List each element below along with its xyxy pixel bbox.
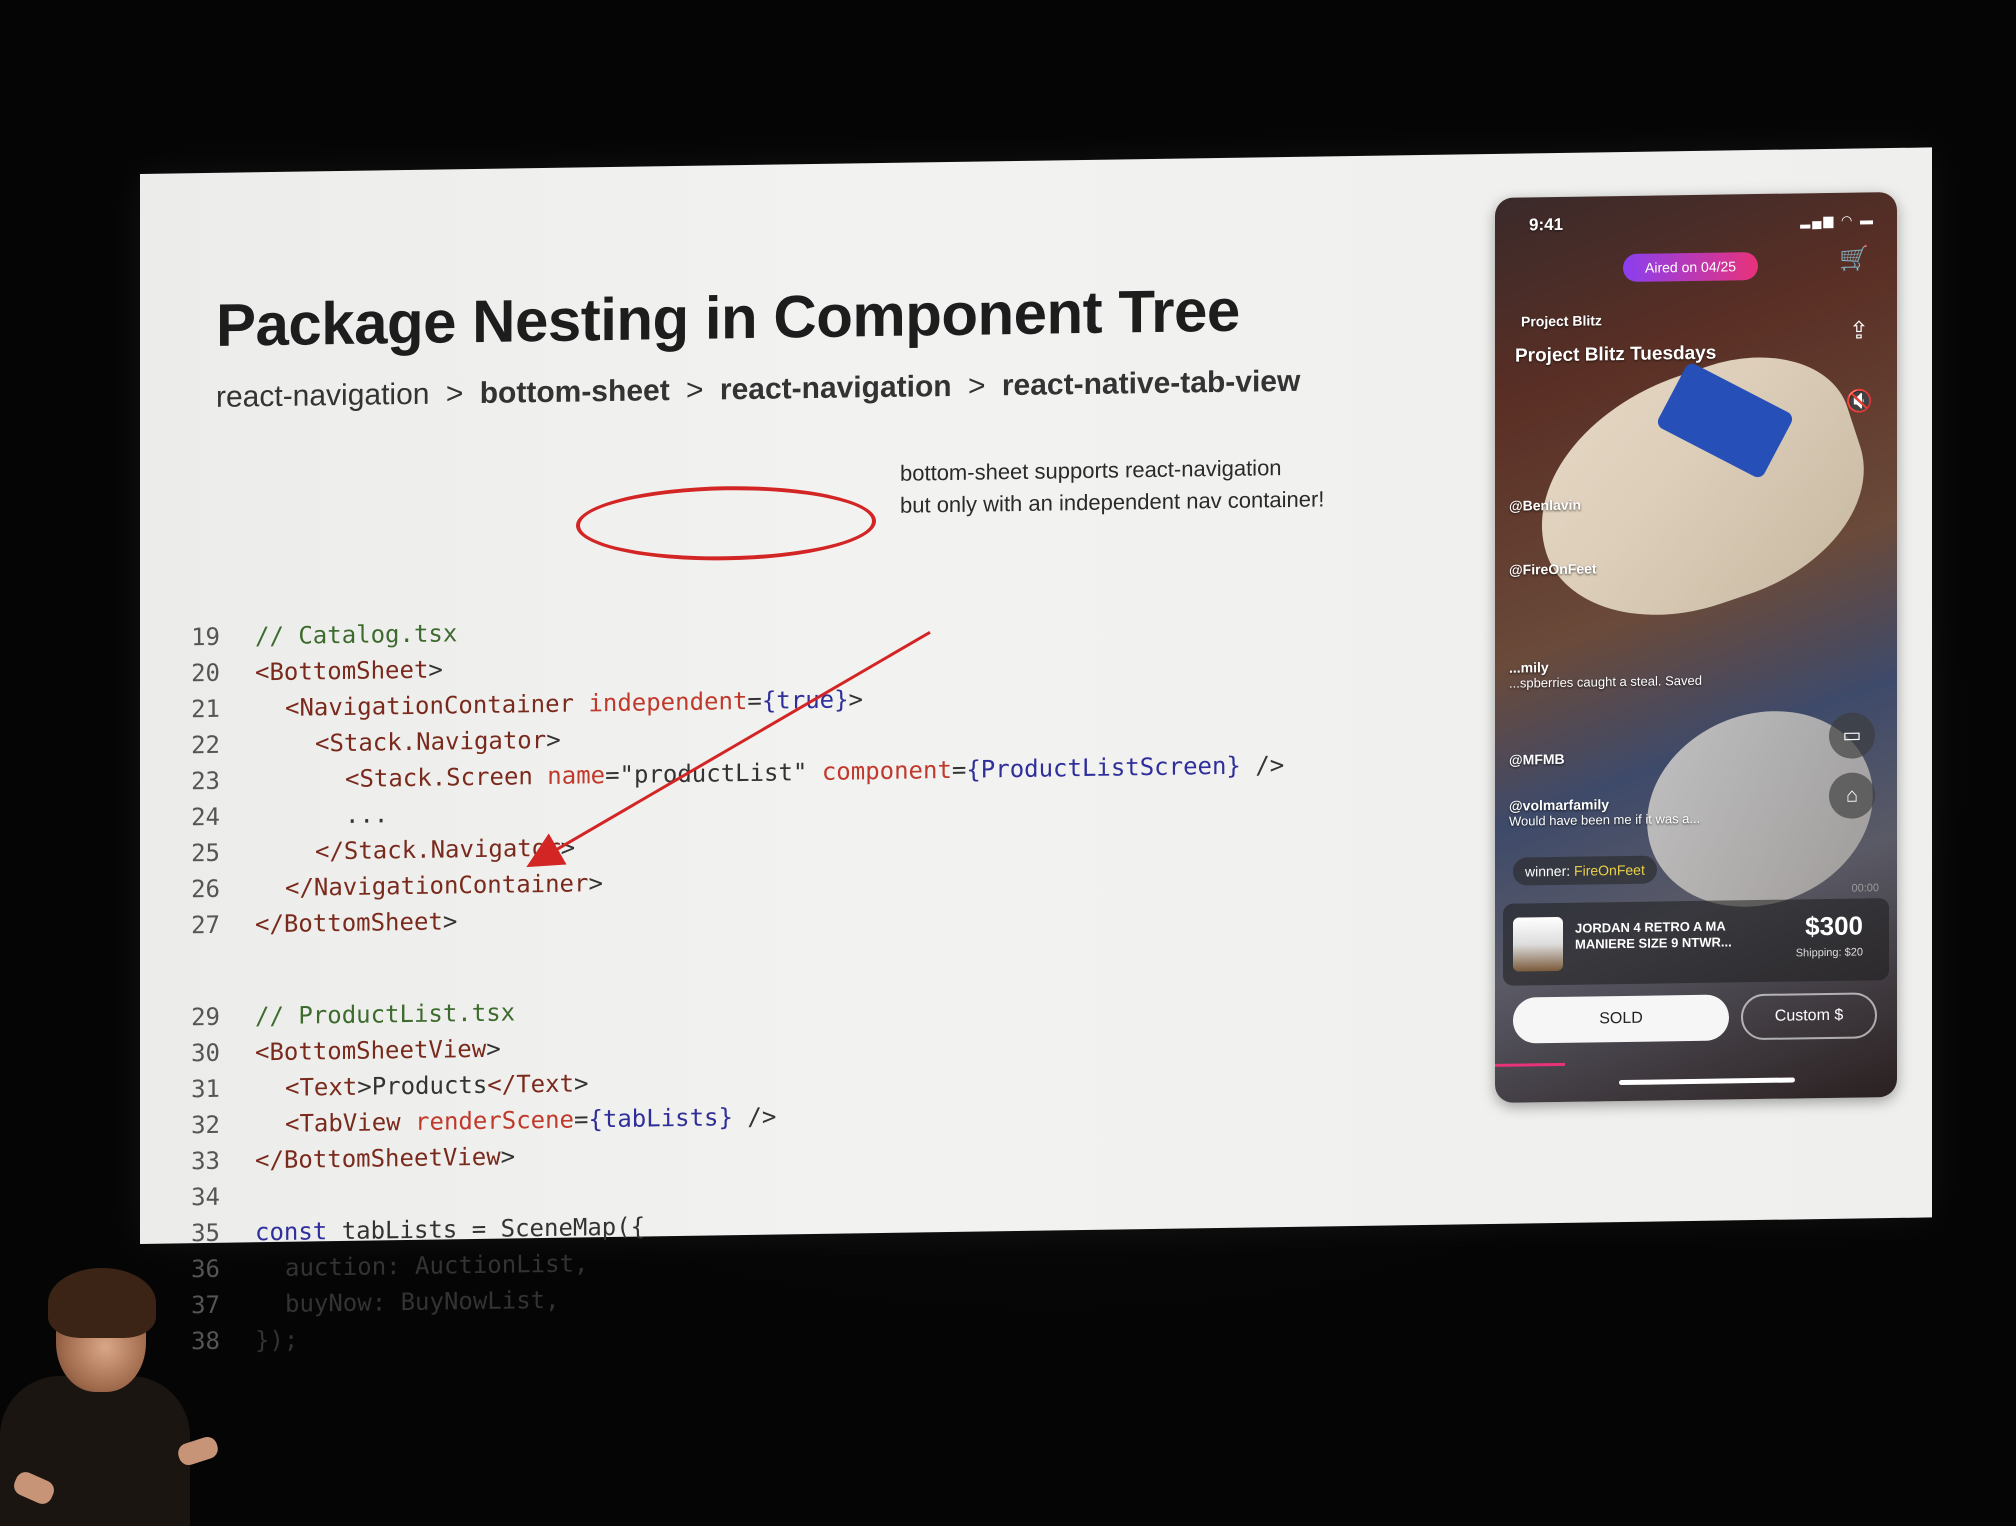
product-thumbnail [1513,916,1563,972]
code-text: const tabLists = SceneMap({ [255,1212,646,1247]
mute-icon[interactable]: 🔇 [1846,388,1873,414]
shipping-cost: Shipping: $20 [1795,946,1863,960]
sold-button[interactable]: SOLD [1513,994,1729,1044]
line-number: 35 [191,1218,220,1248]
speaker-body [0,1376,190,1526]
projector-screen: Package Nesting in Component Tree react-… [140,147,1932,1355]
code-text: }); [255,1325,299,1355]
price: $300 [1805,910,1863,942]
chat-text: Would have been me if it was a... [1509,810,1701,829]
share-icon[interactable]: ⇪ [1849,316,1869,345]
auction-timer: 00:00 [1851,882,1879,895]
chat-message: @volmarfamily Would have been me if it w… [1509,793,1809,828]
winner-badge: winner: FireOnFeet [1513,855,1657,886]
speaker-person [0,1268,240,1526]
chat-text: ...spberries caught a steal. Saved [1509,672,1702,691]
product-name: JORDAN 4 RETRO A MA MANIERE SIZE 9 NTWR.… [1575,918,1732,952]
aired-badge: Aired on 04/25 [1623,251,1759,282]
home-indicator [1619,1077,1795,1086]
winner-label: winner: [1525,862,1571,880]
signal-wifi-battery-icon: ▂▄▆ ◠ ▬ [1800,212,1875,229]
code-text: buyNow: BuyNowList, [285,1285,560,1318]
channel-name[interactable]: Project Blitz [1521,312,1602,329]
product-card[interactable]: 00:00 JORDAN 4 RETRO A MA MANIERE SIZE 9… [1503,882,1889,986]
chat-message: ...mily ...spberries caught a steal. Sav… [1509,655,1809,691]
winner-name: FireOnFeet [1574,861,1645,879]
arrow-annotation [526,630,931,868]
wallet-icon[interactable]: ▭ [1829,712,1875,759]
speaker-hair [48,1268,156,1338]
line-number: 34 [191,1182,220,1212]
cart-icon[interactable]: 🛒 [1839,244,1869,273]
code-text: auction: AuctionList, [285,1249,589,1282]
status-time: 9:41 [1529,214,1564,235]
video-progress [1495,1062,1565,1067]
custom-bid-button[interactable]: Custom $ [1741,992,1877,1041]
show-title: Project Blitz Tuesdays [1515,342,1717,367]
phone-mockup: 9:41 ▂▄▆ ◠ ▬ Aired on 04/25 🛒 Project Bl… [1495,191,1897,1103]
